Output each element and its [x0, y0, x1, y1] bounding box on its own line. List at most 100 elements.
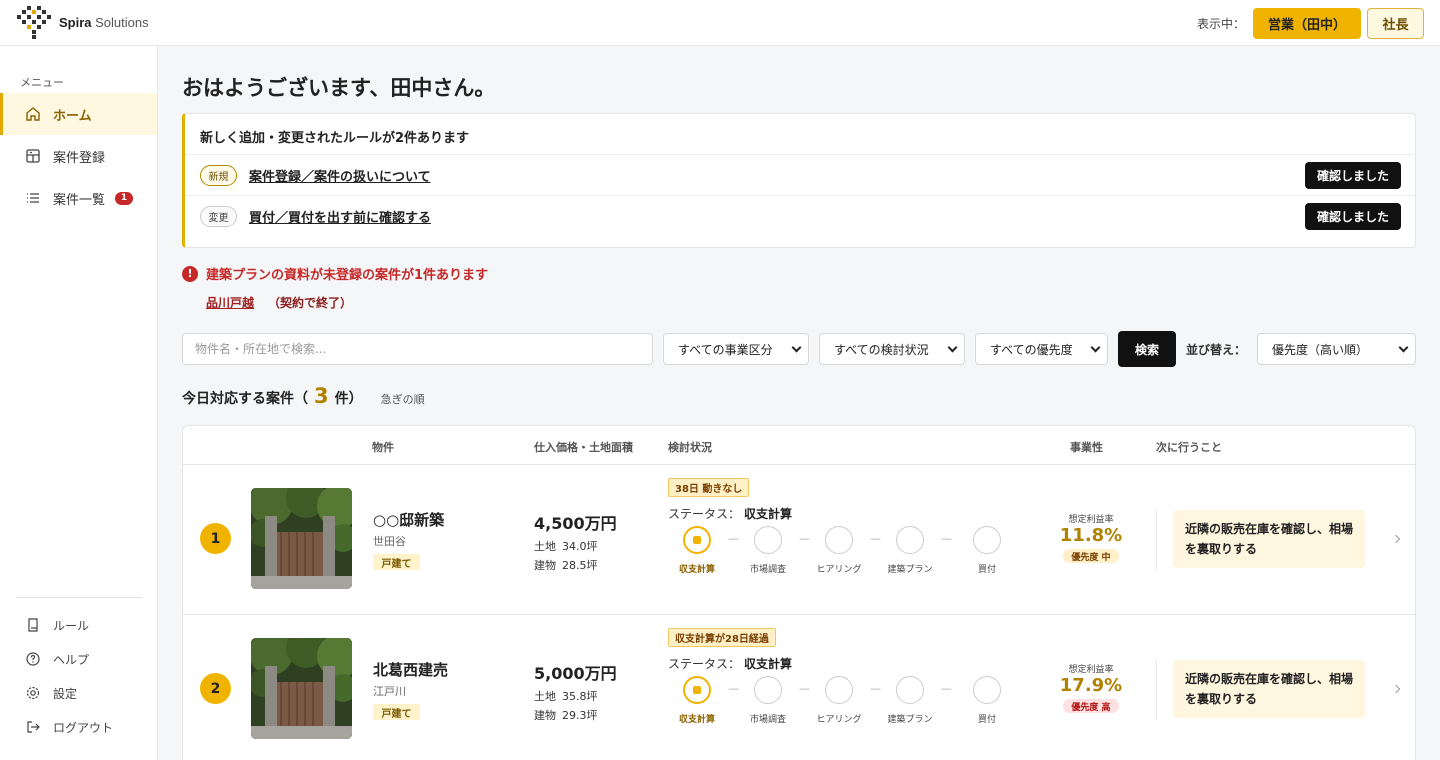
purchase-price: 4,500万円	[534, 514, 617, 533]
profit-rate: 11.8%	[1059, 525, 1123, 546]
alert-text: 建築プランの資料が未登録の案件が1件あります	[206, 268, 489, 283]
logo-mark-icon	[17, 5, 51, 40]
sidebar: メニュー ホーム 案件登録 案件一覧 1 ルール ヘルプ 設定 ログアウト	[0, 46, 158, 760]
sidebar-item-label: ログアウト	[53, 720, 114, 735]
select-value: すべての検討状況	[834, 342, 929, 357]
rules-notice-title: 新しく追加・変更されたルールが2件あります	[200, 131, 470, 146]
priority-select[interactable]: すべての優先度	[975, 333, 1108, 365]
step-connector: —	[870, 532, 881, 545]
help-icon	[25, 651, 41, 667]
rule-tag-changed: 変更	[200, 205, 237, 227]
book-icon	[25, 617, 41, 633]
alert-icon: !	[182, 265, 198, 282]
logo[interactable]: Spira Solutions	[17, 5, 149, 40]
land-area: 土地 35.8坪	[534, 688, 598, 704]
logo-text: Spira Solutions	[59, 15, 149, 30]
select-value: すべての事業区分	[678, 342, 773, 357]
role-president-button[interactable]: 社長	[1367, 7, 1424, 39]
column-header-price: 仕入価格・土地面積	[534, 441, 633, 454]
step-label: 収支計算	[678, 565, 715, 575]
property-area: 世田谷	[373, 535, 406, 548]
table-row[interactable]: 1 ○○邸新築 世田谷 戸建て 4,500万円 土地 34.0坪 建物 28.5坪 …	[183, 465, 1415, 615]
step-label: 市場調査	[749, 565, 786, 575]
chevron-right-icon[interactable]	[1391, 684, 1401, 694]
property-name[interactable]: 北葛西建売	[373, 659, 448, 680]
column-header-property: 物件	[372, 441, 394, 454]
rule-link[interactable]: 案件登録／案件の扱いについて	[249, 166, 431, 185]
rule-link[interactable]: 買付／買付を出す前に確認する	[249, 207, 431, 226]
step-label: 買付	[977, 565, 996, 575]
rank-badge: 1	[200, 523, 231, 554]
search-button[interactable]: 検索	[1118, 331, 1176, 367]
select-value: 優先度（高い順）	[1272, 342, 1369, 357]
priority-badge: 優先度 高	[1063, 699, 1119, 713]
property-type-tag: 戸建て	[373, 704, 420, 720]
step-circle	[973, 526, 1001, 554]
alert-detail: 品川戸越 （契約で終了）	[206, 294, 352, 311]
select-value: すべての優先度	[990, 342, 1073, 357]
land-value: 34.0坪	[562, 540, 598, 553]
column-header-next: 次に行うこと	[1156, 441, 1222, 454]
today-tasks-table: 物件 仕入価格・土地面積 検討状況 事業性 次に行うこと 1 ○○邸新築 世田谷…	[182, 425, 1416, 760]
step-circle-current	[683, 676, 711, 704]
today-title-prefix: 今日対応する案件（	[182, 391, 308, 407]
sidebar-item-label: ヘルプ	[53, 652, 90, 667]
step-circle	[973, 676, 1001, 704]
property-name[interactable]: ○○邸新築	[373, 509, 444, 530]
step-connector: —	[941, 532, 952, 545]
column-divider	[1156, 660, 1157, 720]
status-line: ステータス： 収支計算	[668, 655, 792, 672]
confirm-rule-button[interactable]: 確認しました	[1305, 202, 1401, 230]
chevron-down-icon	[1090, 342, 1101, 353]
sidebar-item-settings[interactable]: 設定	[0, 678, 157, 708]
stale-warning-tag: 収支計算が28日経過	[668, 628, 776, 647]
role-sales-button[interactable]: 営業（田中）	[1253, 7, 1361, 39]
sidebar-item-label: ホーム	[53, 108, 92, 124]
unread-badge: 1	[115, 191, 134, 205]
status-label: ステータス：	[668, 657, 741, 671]
step-label: ヒアリング	[816, 565, 862, 575]
step-label: 市場調査	[749, 715, 786, 725]
step-circle	[896, 526, 924, 554]
building-area: 建物 28.5坪	[534, 557, 598, 573]
building-label: 建物	[534, 559, 556, 572]
profit-rate: 17.9%	[1059, 675, 1123, 696]
menu-heading: メニュー	[20, 76, 64, 89]
rules-notice: 新しく追加・変更されたルールが2件あります 新規 案件登録／案件の扱いについて …	[182, 113, 1416, 248]
sort-select[interactable]: 優先度（高い順）	[1257, 333, 1416, 365]
sidebar-item-list[interactable]: 案件一覧 1	[0, 177, 157, 219]
step-circle	[825, 526, 853, 554]
status-value: 収支計算	[744, 507, 793, 521]
sidebar-item-register[interactable]: 案件登録	[0, 135, 157, 177]
step-label: 建築プラン	[887, 715, 933, 725]
today-title-suffix: 件）	[334, 391, 363, 407]
purchase-price: 5,000万円	[534, 664, 617, 683]
top-bar: Spira Solutions 表示中： 営業（田中） 社長	[0, 0, 1440, 46]
chevron-right-icon[interactable]	[1391, 534, 1401, 544]
sidebar-item-help[interactable]: ヘルプ	[0, 644, 157, 674]
business-type-select[interactable]: すべての事業区分	[663, 333, 809, 365]
home-icon	[25, 106, 41, 122]
sidebar-item-home[interactable]: ホーム	[0, 93, 157, 135]
profit-label: 想定利益率	[1068, 515, 1114, 525]
step-connector: —	[799, 532, 810, 545]
property-area: 江戸川	[373, 685, 406, 698]
stale-warning-tag: 38日 動きなし	[668, 478, 750, 497]
step-connector: —	[728, 682, 739, 695]
alert-property-link[interactable]: 品川戸越	[206, 294, 254, 311]
role-switcher: 表示中： 営業（田中） 社長	[1197, 0, 1440, 46]
status-label: ステータス：	[668, 507, 741, 521]
confirm-rule-button[interactable]: 確認しました	[1305, 161, 1401, 189]
column-header-business: 事業性	[1070, 441, 1103, 454]
step-label: 収支計算	[678, 715, 715, 725]
step-label: ヒアリング	[816, 715, 862, 725]
register-icon	[25, 148, 41, 164]
viewing-label: 表示中：	[1196, 16, 1245, 31]
review-status-select[interactable]: すべての検討状況	[819, 333, 965, 365]
search-input[interactable]	[182, 333, 653, 365]
priority-badge: 優先度 中	[1063, 549, 1119, 563]
property-photo	[251, 488, 352, 589]
table-row[interactable]: 2 北葛西建売 江戸川 戸建て 5,000万円 土地 35.8坪 建物 29.3坪 …	[183, 615, 1415, 760]
sidebar-item-logout[interactable]: ログアウト	[0, 712, 157, 742]
sidebar-item-rules[interactable]: ルール	[0, 610, 157, 640]
